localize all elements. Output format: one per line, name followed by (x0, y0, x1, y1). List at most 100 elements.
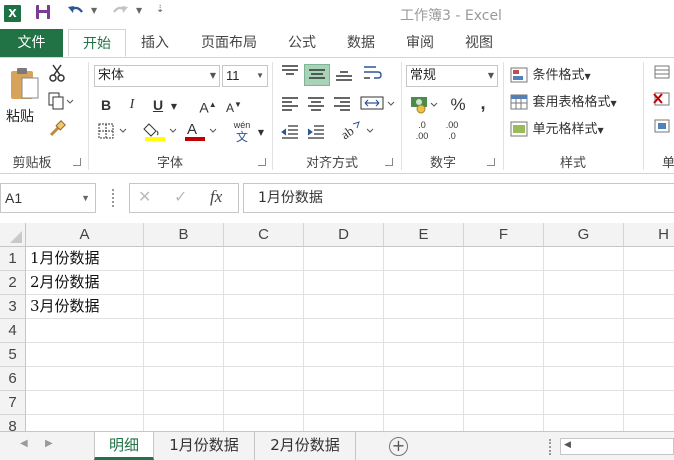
undo-dropdown-icon[interactable]: ▼ (91, 6, 97, 15)
cell-f7[interactable] (464, 391, 544, 415)
insert-cells-icon[interactable] (650, 64, 672, 86)
number-format-select[interactable]: 常规 ▼ (406, 65, 498, 87)
cell-a2[interactable]: 2月份数据 (26, 271, 144, 295)
cell-d1[interactable] (304, 247, 384, 271)
format-as-table-button[interactable]: 套用表格格式▼ (510, 91, 638, 113)
cell-a6[interactable] (26, 367, 144, 391)
phonetic-guide-button[interactable]: wén 文 (229, 120, 255, 146)
row-header-7[interactable]: 7 (0, 391, 26, 415)
wrap-text-icon[interactable] (360, 64, 384, 86)
name-box[interactable]: A1 ▼ (0, 183, 96, 213)
comma-button[interactable]: , (474, 92, 492, 114)
cell-c4[interactable] (224, 319, 304, 343)
cell-d3[interactable] (304, 295, 384, 319)
cell-d5[interactable] (304, 343, 384, 367)
cancel-icon[interactable]: ✕ (138, 187, 151, 206)
cell-h6[interactable] (624, 367, 674, 391)
cell-f3[interactable] (464, 295, 544, 319)
tab-data[interactable]: 数据 (335, 29, 387, 57)
cell-b8[interactable] (144, 415, 224, 431)
paste-button[interactable] (4, 66, 44, 102)
grow-font-button[interactable]: A▲ (198, 94, 218, 116)
column-header-g[interactable]: G (544, 223, 624, 247)
scroll-left-arrow-icon[interactable]: ◀ (564, 440, 571, 450)
row-header-6[interactable]: 6 (0, 367, 26, 391)
scroll-right-icon[interactable]: ▶ (45, 438, 53, 449)
cell-f4[interactable] (464, 319, 544, 343)
cell-e6[interactable] (384, 367, 464, 391)
cell-f6[interactable] (464, 367, 544, 391)
cell-b5[interactable] (144, 343, 224, 367)
horizontal-scrollbar[interactable]: ◀ (560, 438, 674, 455)
formula-bar-grip[interactable] (112, 189, 115, 207)
insert-function-icon[interactable]: fx (210, 187, 222, 207)
phonetic-dropdown-icon[interactable]: ▼ (256, 122, 266, 144)
number-launcher-icon[interactable] (487, 158, 495, 166)
cell-e5[interactable] (384, 343, 464, 367)
cell-h4[interactable] (624, 319, 674, 343)
row-header-4[interactable]: 4 (0, 319, 26, 343)
row-header-1[interactable]: 1 (0, 247, 26, 271)
column-header-d[interactable]: D (304, 223, 384, 247)
decrease-indent-icon[interactable] (278, 122, 302, 144)
cell-c2[interactable] (224, 271, 304, 295)
formula-input[interactable]: 1月份数据 (243, 183, 674, 213)
cell-h8[interactable] (624, 415, 674, 431)
select-all-button[interactable] (0, 223, 26, 247)
align-top-icon[interactable] (278, 64, 302, 86)
column-header-h[interactable]: H (624, 223, 674, 247)
cell-g5[interactable] (544, 343, 624, 367)
tab-file[interactable]: 文件 (0, 29, 63, 57)
tab-review[interactable]: 审阅 (394, 29, 446, 57)
tab-home[interactable]: 开始 (68, 29, 126, 57)
column-header-c[interactable]: C (224, 223, 304, 247)
cell-d4[interactable] (304, 319, 384, 343)
cell-g1[interactable] (544, 247, 624, 271)
cell-c6[interactable] (224, 367, 304, 391)
cut-icon[interactable] (46, 64, 68, 86)
cell-f1[interactable] (464, 247, 544, 271)
row-header-2[interactable]: 2 (0, 271, 26, 295)
tab-split-handle[interactable] (549, 439, 552, 455)
cell-b1[interactable] (144, 247, 224, 271)
sheet-tab-detail[interactable]: 明细 (94, 432, 154, 460)
align-right-icon[interactable] (330, 94, 354, 116)
sheet-tab-feb[interactable]: 2月份数据 (255, 432, 356, 460)
row-header-8[interactable]: 8 (0, 415, 26, 431)
font-size-select[interactable]: 11 ▼ (222, 65, 268, 87)
cell-e1[interactable] (384, 247, 464, 271)
align-middle-icon[interactable] (304, 64, 330, 86)
conditional-formatting-button[interactable]: 条件格式▼ (510, 64, 608, 86)
shrink-font-button[interactable]: A▼ (224, 94, 244, 116)
accounting-format-button[interactable] (408, 94, 440, 116)
cell-a3[interactable]: 3月份数据 (26, 295, 144, 319)
cell-a4[interactable] (26, 319, 144, 343)
cell-styles-button[interactable]: 单元格样式▼ (510, 118, 620, 140)
cell-c5[interactable] (224, 343, 304, 367)
redo-icon[interactable] (110, 4, 130, 24)
underline-button[interactable]: U (148, 94, 168, 116)
column-header-e[interactable]: E (384, 223, 464, 247)
alignment-launcher-icon[interactable] (385, 158, 393, 166)
cell-h3[interactable] (624, 295, 674, 319)
add-sheet-button[interactable]: + (389, 437, 408, 456)
increase-indent-icon[interactable] (304, 122, 328, 144)
cell-b3[interactable] (144, 295, 224, 319)
align-bottom-icon[interactable] (332, 64, 356, 86)
scroll-left-icon[interactable]: ◀ (20, 438, 28, 449)
sheet-tab-jan[interactable]: 1月份数据 (154, 432, 255, 460)
bold-button[interactable]: B (96, 94, 116, 116)
cell-a8[interactable] (26, 415, 144, 431)
underline-dropdown-icon[interactable]: ▼ (169, 96, 179, 118)
cell-e8[interactable] (384, 415, 464, 431)
cell-g7[interactable] (544, 391, 624, 415)
row-header-3[interactable]: 3 (0, 295, 26, 319)
orientation-button[interactable]: ab (338, 120, 376, 142)
cell-c1[interactable] (224, 247, 304, 271)
cell-d8[interactable] (304, 415, 384, 431)
cell-g6[interactable] (544, 367, 624, 391)
cell-d6[interactable] (304, 367, 384, 391)
customize-icon[interactable]: ⇣ (156, 4, 164, 15)
copy-icon[interactable] (46, 92, 76, 114)
cell-b7[interactable] (144, 391, 224, 415)
